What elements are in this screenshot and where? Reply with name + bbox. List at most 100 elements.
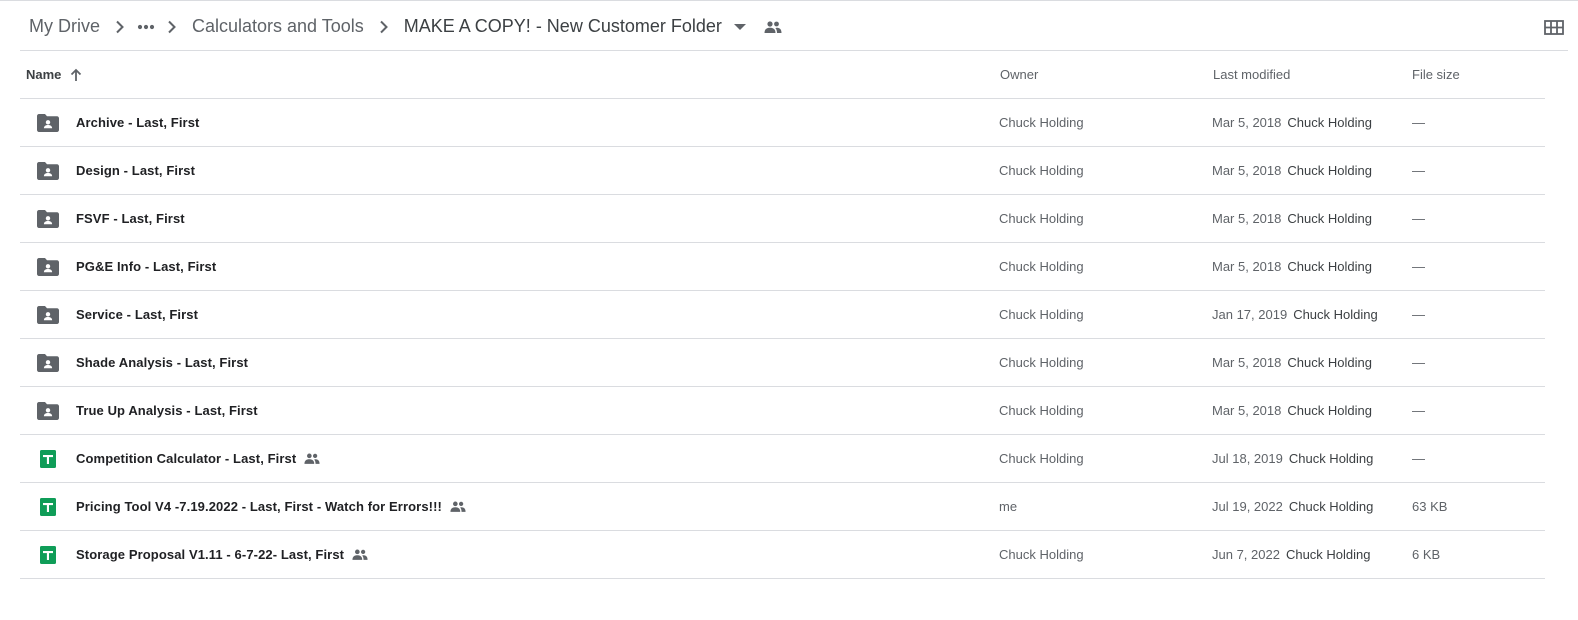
file-size: 6 KB (1412, 547, 1441, 562)
chevron-right-icon (373, 15, 395, 39)
breadcrumb-bar: My Drive Calculators and Tools MAKE A CO… (20, 3, 1568, 51)
shared-folder-icon (37, 147, 59, 194)
file-last-modified: Mar 5, 2018 Chuck Holding (1212, 147, 1372, 194)
file-size: 63 KB (1412, 499, 1448, 514)
file-name-cell[interactable]: Design - Last, First (76, 147, 195, 194)
file-name: Design - Last, First (76, 163, 196, 178)
breadcrumb-current-folder[interactable]: MAKE A COPY! - New Customer Folder (395, 16, 731, 37)
modified-date: Jun 7, 2022 (1212, 547, 1280, 562)
file-row[interactable]: Service - Last, First Chuck Holding Jan 17… (20, 291, 1545, 339)
column-header-last-modified[interactable]: Last modified (1213, 51, 1290, 98)
chevron-right-icon (161, 15, 183, 39)
modified-by: Chuck Holding (1287, 211, 1372, 226)
grid-view-icon[interactable] (1542, 15, 1566, 39)
breadcrumb-my-drive[interactable]: My Drive (20, 16, 109, 37)
file-name-cell[interactable]: Service - Last, First (76, 291, 198, 338)
file-name-cell[interactable]: PG&E Info - Last, First (76, 243, 216, 290)
file-owner: Chuck Holding (999, 403, 1084, 418)
file-last-modified: Jul 18, 2019 Chuck Holding (1212, 435, 1373, 482)
file-last-modified: Mar 5, 2018 Chuck Holding (1212, 339, 1372, 386)
file-size: — (1412, 115, 1425, 130)
modified-by: Chuck Holding (1285, 547, 1371, 562)
file-last-modified: Mar 5, 2018 Chuck Holding (1212, 99, 1372, 146)
file-name: Service - Last, First (76, 307, 199, 322)
file-size: — (1412, 355, 1425, 370)
file-last-modified: Jan 17, 2019 Chuck Holding (1212, 291, 1378, 338)
modified-by: Chuck Holding (1288, 451, 1374, 466)
file-name-cell[interactable]: FSVF - Last, First (76, 195, 185, 242)
file-row[interactable]: FSVF - Last, First Chuck Holding Mar 5, 20… (20, 195, 1545, 243)
file-name: PG&E Info - Last, First (76, 259, 217, 274)
file-owner: Chuck Holding (999, 307, 1084, 322)
file-last-modified: Jun 7, 2022 Chuck Holding (1212, 531, 1371, 578)
modified-date: Mar 5, 2018 (1212, 355, 1282, 370)
top-divider (0, 0, 1578, 1)
google-sheets-icon (37, 483, 59, 530)
file-row[interactable]: Design - Last, First Chuck Holding Mar 5, … (20, 147, 1545, 195)
file-owner: Chuck Holding (999, 547, 1084, 562)
file-name-cell[interactable]: Pricing Tool V4 -7.19.2022 - Last, First… (76, 483, 466, 530)
file-row[interactable]: True Up Analysis - Last, First Chuck Hold… (20, 387, 1545, 435)
file-name: FSVF - Last, First (76, 211, 185, 226)
file-name-cell[interactable]: Storage Proposal V1.11 - 6-7-22- Last, F… (76, 531, 368, 578)
file-owner: Chuck Holding (999, 163, 1084, 178)
file-list: Archive - Last, First Chuck Holding Mar 5,… (20, 99, 1545, 579)
file-owner: Chuck Holding (999, 211, 1084, 226)
file-row[interactable]: PG&E Info - Last, First Chuck Holding Mar … (20, 243, 1545, 291)
arrow-drop-down-icon[interactable] (729, 15, 751, 39)
shared-folder-icon (37, 243, 59, 290)
column-header-name[interactable]: Name (26, 51, 82, 98)
modified-date: Mar 5, 2018 (1212, 163, 1282, 178)
more-horiz-icon[interactable] (134, 15, 158, 39)
column-headers: Name Owner Last modified File size (20, 51, 1545, 99)
file-row[interactable]: Storage Proposal V1.11 - 6-7-22- Last, F… (20, 531, 1545, 579)
people-icon (304, 453, 320, 464)
file-size: — (1412, 211, 1425, 226)
file-size: — (1412, 259, 1425, 274)
file-name: Archive - Last, First (76, 115, 200, 130)
arrow-up-icon[interactable] (70, 68, 82, 82)
file-last-modified: Mar 5, 2018 Chuck Holding (1212, 243, 1372, 290)
file-row[interactable]: Competition Calculator - Last, First Chuc… (20, 435, 1545, 483)
modified-date: Jan 17, 2019 (1212, 307, 1288, 322)
file-row[interactable]: Archive - Last, First Chuck Holding Mar 5,… (20, 99, 1545, 147)
file-last-modified: Mar 5, 2018 Chuck Holding (1212, 195, 1372, 242)
column-header-file-size[interactable]: File size (1412, 51, 1460, 98)
breadcrumb: My Drive Calculators and Tools MAKE A CO… (20, 3, 785, 50)
file-last-modified: Mar 5, 2018 Chuck Holding (1212, 387, 1372, 434)
file-name: True Up Analysis - Last, First (76, 403, 258, 418)
file-name-cell[interactable]: True Up Analysis - Last, First (76, 387, 258, 434)
modified-by: Chuck Holding (1288, 499, 1374, 514)
file-name-cell[interactable]: Competition Calculator - Last, First (76, 435, 320, 482)
modified-by: Chuck Holding (1287, 403, 1372, 418)
file-row[interactable]: Shade Analysis - Last, First Chuck Holdin… (20, 339, 1545, 387)
modified-by: Chuck Holding (1293, 307, 1378, 322)
people-icon (761, 15, 785, 39)
file-row[interactable]: Pricing Tool V4 -7.19.2022 - Last, First… (20, 483, 1545, 531)
file-name-cell[interactable]: Shade Analysis - Last, First (76, 339, 248, 386)
modified-by: Chuck Holding (1287, 355, 1372, 370)
google-sheets-icon (37, 435, 59, 482)
shared-folder-icon (37, 99, 59, 146)
file-name: Shade Analysis - Last, First (76, 355, 249, 370)
shared-folder-icon (37, 339, 59, 386)
modified-date: Mar 5, 2018 (1212, 211, 1282, 226)
file-name: Storage Proposal V1.11 - 6-7-22- Last, F… (76, 547, 345, 562)
shared-folder-icon (37, 291, 59, 338)
file-last-modified: Jul 19, 2022 Chuck Holding (1212, 483, 1373, 530)
file-size: — (1412, 307, 1425, 322)
modified-date: Mar 5, 2018 (1212, 259, 1282, 274)
file-name-cell[interactable]: Archive - Last, First (76, 99, 199, 146)
column-header-owner[interactable]: Owner (1000, 51, 1038, 98)
file-owner: Chuck Holding (999, 259, 1084, 274)
people-icon (450, 501, 466, 512)
modified-by: Chuck Holding (1287, 115, 1372, 130)
file-size: — (1412, 451, 1425, 466)
modified-by: Chuck Holding (1287, 163, 1372, 178)
modified-date: Mar 5, 2018 (1212, 115, 1282, 130)
google-sheets-icon (37, 531, 59, 578)
people-icon (352, 549, 368, 560)
breadcrumb-calculators-and-tools[interactable]: Calculators and Tools (183, 16, 373, 37)
column-header-name-label: Name (26, 67, 62, 82)
chevron-right-icon (109, 15, 131, 39)
